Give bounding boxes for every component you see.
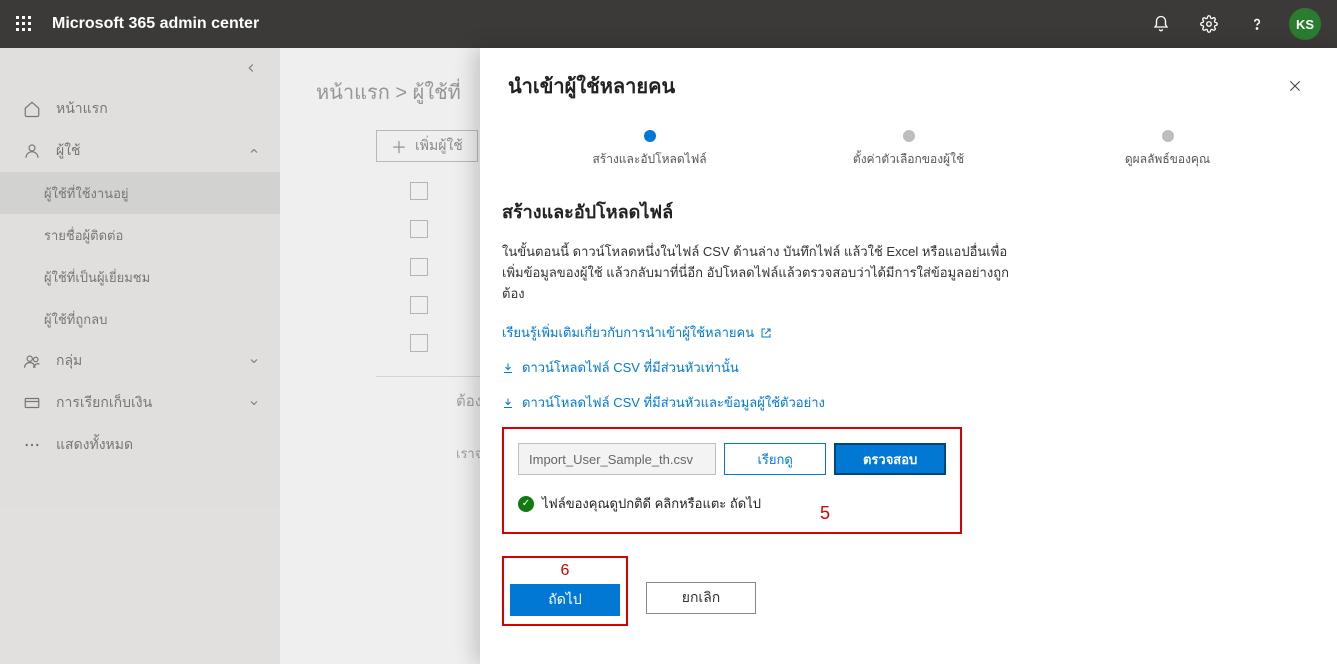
sidebar-sub-active-users[interactable]: ผู้ใช้ที่ใช้งานอยู่ [0, 172, 280, 214]
app-title: Microsoft 365 admin center [52, 15, 259, 33]
sidebar-item-home[interactable]: หน้าแรก [0, 88, 280, 130]
section-description: ในขั้นตอนนี้ ดาวน์โหลดหนึ่งในไฟล์ CSV ด้… [502, 242, 1022, 304]
button-label: เพิ่มผู้ใช้ [415, 135, 463, 157]
breadcrumb-current: ผู้ใช้ที่ [413, 82, 461, 104]
app-launcher-icon[interactable] [8, 8, 40, 40]
download-sample-link[interactable]: ดาวน์โหลดไฟล์ CSV ที่มีส่วนหัวและข้อมูลผ… [502, 392, 1297, 413]
sidebar-sub-deleted[interactable]: ผู้ใช้ที่ถูกลบ [0, 298, 280, 340]
sidebar-sub-guest[interactable]: ผู้ใช้ที่เป็นผู้เยี่ยมชม [0, 256, 280, 298]
step-label: ตั้งค่าตัวเลือกของผู้ใช้ [853, 150, 964, 169]
sidebar: หน้าแรก ผู้ใช้ ผู้ใช้ที่ใช้งานอยู่ รายชื… [0, 48, 280, 664]
person-icon [20, 142, 44, 160]
help-icon[interactable] [1233, 0, 1281, 48]
sidebar-item-label: กลุ่ม [56, 350, 82, 372]
status-text: ไฟล์ของคุณดูปกติดี คลิกหรือแตะ ถัดไป [542, 493, 761, 514]
next-button[interactable]: ถัดไป [510, 584, 620, 616]
add-user-button[interactable]: ＋ เพิ่มผู้ใช้ [376, 130, 478, 162]
link-label: เรียนรู้เพิ่มเติมเกี่ยวกับการนำเข้าผู้ใช… [502, 322, 754, 343]
step-results: ดูผลลัพธ์ของคุณ [1038, 130, 1297, 169]
browse-button[interactable]: เรียกดู [724, 443, 826, 475]
plus-icon: ＋ [391, 134, 407, 158]
download-icon [502, 362, 514, 374]
sidebar-item-label: ผู้ใช้ [56, 140, 81, 162]
upload-block: เรียกดู ตรวจสอบ ✓ ไฟล์ของคุณดูปกติดี คลิ… [502, 427, 962, 534]
download-headers-link[interactable]: ดาวน์โหลดไฟล์ CSV ที่มีส่วนหัวเท่านั้น [502, 357, 1297, 378]
import-users-panel: นำเข้าผู้ใช้หลายคน สร้างและอัปโหลดไฟล์ ต… [480, 48, 1337, 664]
cancel-button[interactable]: ยกเลิก [646, 582, 756, 614]
next-wrap: 6 ถัดไป [502, 556, 628, 626]
step-label: ดูผลลัพธ์ของคุณ [1125, 150, 1210, 169]
checkbox[interactable] [410, 220, 428, 238]
people-icon [20, 352, 44, 370]
wizard-steps: สร้างและอัปโหลดไฟล์ ตั้งค่าตัวเลือกของผู… [480, 120, 1337, 169]
card-icon [20, 394, 44, 412]
gear-icon[interactable] [1185, 0, 1233, 48]
link-label: ดาวน์โหลดไฟล์ CSV ที่มีส่วนหัวและข้อมูลผ… [522, 392, 825, 413]
checkbox[interactable] [410, 258, 428, 276]
sidebar-item-billing[interactable]: การเรียกเก็บเงิน [0, 382, 280, 424]
sidebar-item-label: แสดงทั้งหมด [56, 434, 133, 456]
chevron-down-icon [248, 355, 260, 367]
success-icon: ✓ [518, 496, 534, 512]
sidebar-item-label: ผู้ใช้ที่ถูกลบ [44, 309, 107, 330]
close-icon[interactable] [1281, 72, 1309, 100]
sidebar-item-label: ผู้ใช้ที่ใช้งานอยู่ [44, 183, 129, 204]
top-bar: Microsoft 365 admin center KS [0, 0, 1337, 48]
checkbox[interactable] [410, 296, 428, 314]
sidebar-item-label: รายชื่อผู้ติดต่อ [44, 225, 123, 246]
sidebar-item-groups[interactable]: กลุ่ม [0, 340, 280, 382]
verify-button[interactable]: ตรวจสอบ [834, 443, 946, 475]
sidebar-sub-contacts[interactable]: รายชื่อผู้ติดต่อ [0, 214, 280, 256]
annotation-6: 6 [510, 562, 620, 580]
sidebar-collapse-icon[interactable] [0, 48, 280, 88]
section-title: สร้างและอัปโหลดไฟล์ [502, 197, 1297, 226]
step-options: ตั้งค่าตัวเลือกของผู้ใช้ [779, 130, 1038, 169]
step-upload: สร้างและอัปโหลดไฟล์ [520, 130, 779, 169]
download-icon [502, 397, 514, 409]
avatar[interactable]: KS [1289, 8, 1321, 40]
checkbox[interactable] [410, 182, 428, 200]
link-label: ดาวน์โหลดไฟล์ CSV ที่มีส่วนหัวเท่านั้น [522, 357, 739, 378]
file-name-input[interactable] [518, 443, 716, 475]
chevron-up-icon [248, 145, 260, 157]
breadcrumb-home[interactable]: หน้าแรก [316, 82, 390, 104]
sidebar-item-label: หน้าแรก [56, 98, 108, 120]
home-icon [20, 100, 44, 118]
external-link-icon [760, 327, 772, 339]
annotation-5: 5 [820, 503, 830, 524]
sidebar-item-label: การเรียกเก็บเงิน [56, 392, 152, 414]
panel-title: นำเข้าผู้ใช้หลายคน [508, 70, 675, 102]
notifications-icon[interactable] [1137, 0, 1185, 48]
ellipsis-icon [20, 436, 44, 454]
sidebar-item-showall[interactable]: แสดงทั้งหมด [0, 424, 280, 466]
learn-more-link[interactable]: เรียนรู้เพิ่มเติมเกี่ยวกับการนำเข้าผู้ใช… [502, 322, 1297, 343]
step-label: สร้างและอัปโหลดไฟล์ [592, 150, 706, 169]
sidebar-item-label: ผู้ใช้ที่เป็นผู้เยี่ยมชม [44, 267, 150, 288]
checkbox[interactable] [410, 334, 428, 352]
status-row: ✓ ไฟล์ของคุณดูปกติดี คลิกหรือแตะ ถัดไป [518, 493, 946, 514]
chevron-down-icon [248, 397, 260, 409]
sidebar-item-users[interactable]: ผู้ใช้ [0, 130, 280, 172]
